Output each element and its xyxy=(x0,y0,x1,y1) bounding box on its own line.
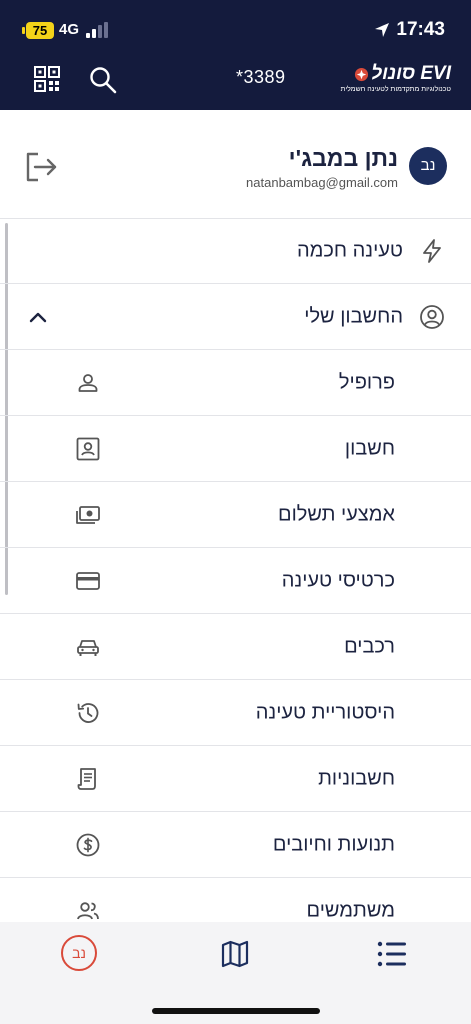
user-email: natanbambag@gmail.com xyxy=(246,175,398,190)
chevron-up-icon[interactable] xyxy=(26,305,50,329)
location-arrow-icon xyxy=(375,23,390,37)
lightning-icon xyxy=(423,239,441,263)
menu-list-icon[interactable] xyxy=(377,941,407,967)
menu-item-charging-history[interactable]: היסטוריית טעינה xyxy=(0,680,471,746)
battery-tip xyxy=(22,27,25,34)
user-circle-icon xyxy=(420,304,444,329)
users-icon xyxy=(77,901,99,919)
logo-tagline: טכנולוגיות מתקדמות לטעינה חשמלית xyxy=(340,86,451,93)
status-bar: 75 4G 17:43 xyxy=(0,0,471,56)
menu-item-profile[interactable]: פרופיל xyxy=(0,350,471,416)
menu-item-label: אמצעי תשלום xyxy=(278,503,395,525)
map-icon[interactable] xyxy=(221,940,249,968)
dollar-icon xyxy=(76,833,100,856)
menu-item-invoices[interactable]: חשבוניות xyxy=(0,746,471,812)
menu-item-charging-cards[interactable]: כרטיסי טעינה xyxy=(0,548,471,614)
cash-icon xyxy=(76,505,100,524)
menu-item-payment-methods[interactable]: אמצעי תשלום xyxy=(0,482,471,548)
user-avatar[interactable]: נב xyxy=(409,147,447,185)
signal-icon xyxy=(86,22,108,38)
logo-star-icon xyxy=(355,67,369,81)
history-icon xyxy=(77,702,99,723)
credit-card-icon xyxy=(76,571,100,590)
car-icon xyxy=(77,639,99,656)
clock: 17:43 xyxy=(396,19,445,40)
invoice-icon xyxy=(77,767,96,790)
menu-item-label: רכבים xyxy=(344,635,395,657)
account-card-icon xyxy=(76,437,100,460)
menu-item-label: טעינה חכמה xyxy=(297,239,403,262)
logo-wordmark: סונול EVI xyxy=(331,64,451,84)
top-bar: 75 4G 17:43 *3389 סונול EVI טכנולוגיות מ… xyxy=(0,0,471,110)
menu-item-transactions[interactable]: תנועות וחיובים xyxy=(0,812,471,878)
home-indicator[interactable] xyxy=(152,1008,320,1014)
battery-level: 75 xyxy=(26,22,54,39)
menu-item-smart-charging[interactable]: טעינה חכמה xyxy=(0,218,471,284)
menu-item-my-account[interactable]: החשבון שלי xyxy=(0,284,471,350)
menu-item-label: כרטיסי טעינה xyxy=(281,569,395,591)
logo-text: סונול EVI xyxy=(371,63,451,84)
user-name: נתן במבג'י xyxy=(288,145,398,171)
time-group: 17:43 xyxy=(374,19,445,41)
logout-icon[interactable] xyxy=(24,150,58,184)
menu-item-label: היסטוריית טעינה xyxy=(255,701,395,723)
menu-item-label: משתמשים xyxy=(306,899,395,921)
network-type: 4G xyxy=(59,21,80,38)
menu-item-vehicles[interactable]: רכבים xyxy=(0,614,471,680)
qr-code-icon[interactable] xyxy=(34,66,60,92)
menu-item-label: חשבון xyxy=(344,437,395,459)
menu-item-label: תנועות וחיובים xyxy=(272,833,395,855)
account-number: *3389 xyxy=(236,67,286,87)
search-icon[interactable] xyxy=(89,66,117,94)
menu-item-label: חשבוניות xyxy=(318,767,395,789)
sonol-evi-logo: סונול EVI טכנולוגיות מתקדמות לטעינה חשמל… xyxy=(331,64,451,98)
menu-item-account[interactable]: חשבון xyxy=(0,416,471,482)
menu-item-label: החשבון שלי xyxy=(304,305,403,327)
menu-item-label: פרופיל xyxy=(338,371,395,393)
profile-tab[interactable]: נב xyxy=(61,935,97,971)
user-icon xyxy=(78,373,98,392)
